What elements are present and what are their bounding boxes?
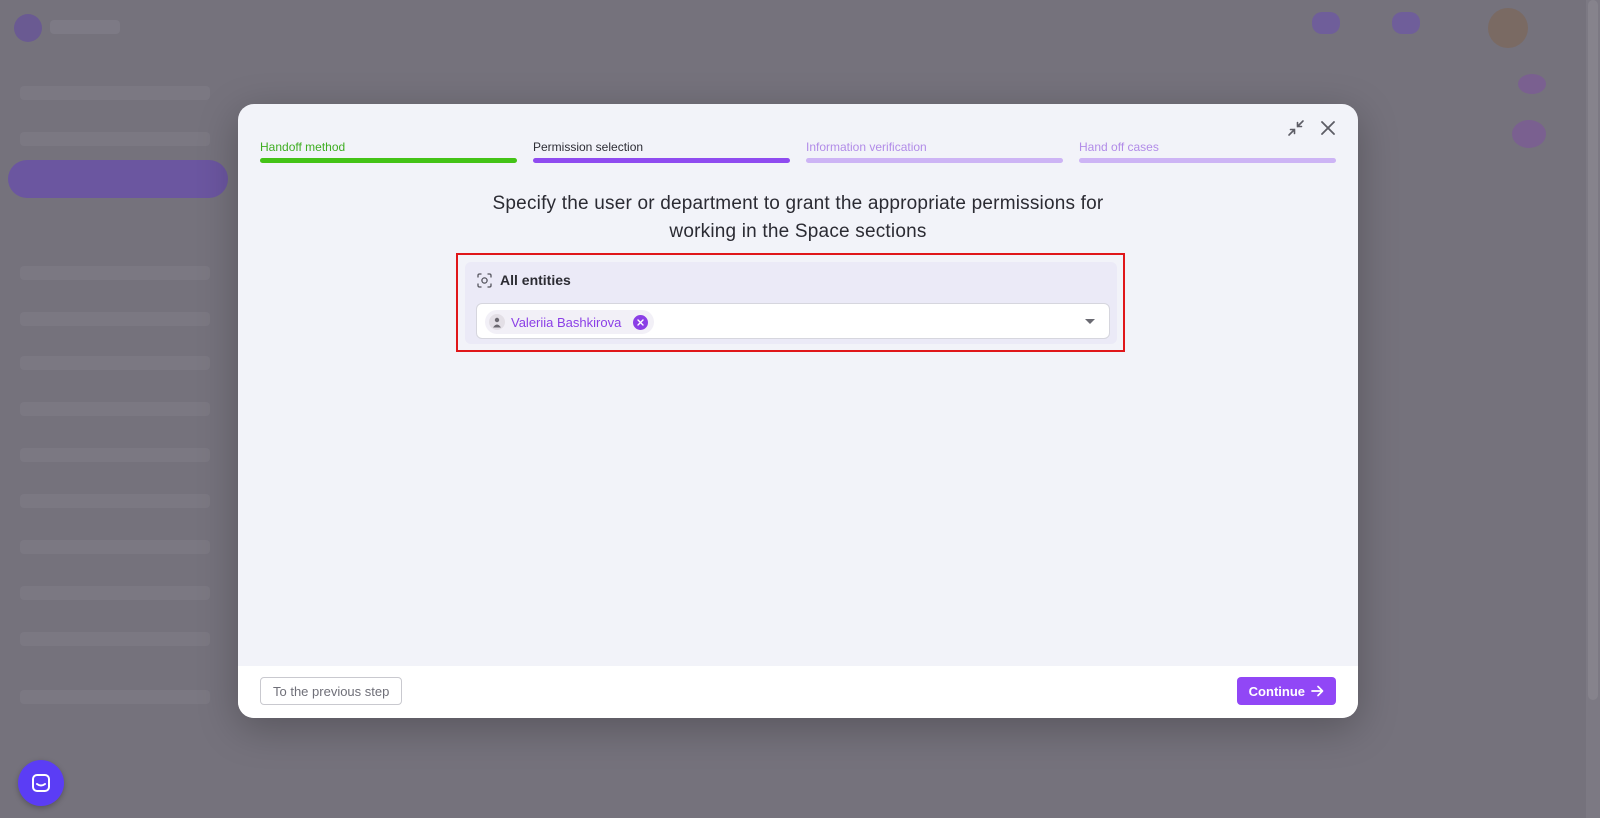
sidebar-item: [20, 312, 210, 326]
chat-launcher-button[interactable]: [18, 760, 64, 806]
sidebar-item: [20, 494, 210, 508]
page-scrollbar[interactable]: [1586, 0, 1600, 818]
selected-user-name: Valeriia Bashkirova: [511, 314, 622, 330]
step-label: Hand off cases: [1079, 140, 1159, 154]
sidebar-item: [20, 448, 210, 462]
entities-panel: All entities Valeriia Bashkirova: [465, 262, 1117, 344]
scan-icon: [477, 272, 492, 288]
continue-button-label: Continue: [1248, 683, 1305, 699]
topbar-icon: [1392, 12, 1420, 34]
chat-icon: [32, 774, 50, 792]
stepper: Handoff method Permission selection Info…: [260, 140, 1336, 163]
sidebar-item-active: [8, 160, 228, 198]
entities-header: All entities: [477, 272, 571, 288]
user-avatar-icon: [489, 314, 505, 330]
sidebar-item: [20, 690, 210, 704]
modal-actions: [1286, 118, 1338, 138]
app-logo-text: [50, 20, 120, 34]
background-topbar: [0, 0, 1600, 56]
selected-user-chip: Valeriia Bashkirova: [485, 310, 655, 334]
step-handoff-method[interactable]: Handoff method: [260, 140, 517, 163]
sidebar-item: [20, 632, 210, 646]
entity-select[interactable]: Valeriia Bashkirova: [476, 303, 1110, 339]
chevron-down-icon[interactable]: [1085, 318, 1095, 326]
modal-title-line-2: working in the Space sections: [669, 221, 927, 242]
app-logo: [14, 14, 42, 42]
arrow-right-icon: [1311, 685, 1324, 697]
step-progress-bar: [533, 158, 790, 163]
sidebar-item: [20, 132, 210, 146]
modal-title-line-1: Specify the user or department to grant …: [492, 193, 1104, 214]
continue-button[interactable]: Continue: [1236, 677, 1336, 705]
step-progress-bar: [260, 158, 517, 163]
step-label: Information verification: [806, 140, 927, 154]
minimize-button[interactable]: [1286, 118, 1306, 138]
step-progress-bar: [806, 158, 1063, 163]
close-icon: [637, 318, 645, 326]
close-icon: [1321, 121, 1335, 135]
topbar-icon: [1312, 12, 1340, 34]
background-icon: [1512, 120, 1546, 148]
modal-title: Specify the user or department to grant …: [238, 190, 1358, 246]
collapse-arrows-icon: [1288, 120, 1304, 136]
handoff-modal: Handoff method Permission selection Info…: [238, 104, 1358, 718]
step-label: Handoff method: [260, 140, 346, 154]
sidebar-item: [20, 86, 210, 100]
background-icon: [1518, 74, 1546, 94]
user-avatar: [1488, 8, 1528, 48]
step-progress-bar: [1079, 158, 1336, 163]
step-information-verification[interactable]: Information verification: [806, 140, 1063, 163]
sidebar-item: [20, 586, 210, 600]
remove-user-button[interactable]: [633, 314, 649, 330]
modal-footer: To the previous step Continue: [238, 666, 1358, 718]
scrollbar-thumb[interactable]: [1588, 0, 1598, 700]
entities-header-label: All entities: [500, 272, 571, 288]
sidebar-item: [20, 540, 210, 554]
step-permission-selection[interactable]: Permission selection: [533, 140, 790, 163]
step-hand-off-cases[interactable]: Hand off cases: [1079, 140, 1336, 163]
step-label: Permission selection: [533, 140, 644, 154]
previous-step-button[interactable]: To the previous step: [260, 677, 403, 705]
sidebar-item: [20, 402, 210, 416]
close-button[interactable]: [1318, 118, 1338, 138]
sidebar-item: [20, 356, 210, 370]
background-sidebar: [0, 56, 236, 818]
sidebar-item: [20, 266, 210, 280]
